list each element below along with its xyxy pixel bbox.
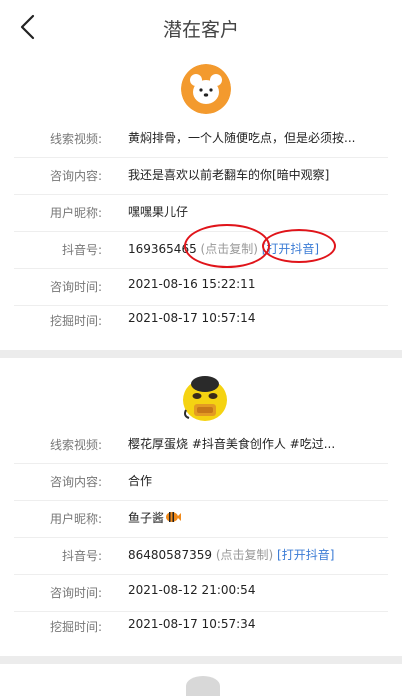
lead-card: 线索视频: 樱花厚蛋烧 #抖音美食创作人 #吃过... 咨询内容: 合作 用户昵… [0, 358, 402, 654]
open-douyin-link[interactable]: [打开抖音] [277, 548, 334, 562]
field-value: 2021-08-17 10:57:14 [128, 311, 256, 325]
field-value: 嘿嘿果儿仔 [128, 205, 189, 219]
user-avatar [181, 64, 231, 114]
field-label: 线索视频: [49, 438, 102, 452]
field-label: 用户昵称: [49, 512, 102, 526]
field-value: 169365465 (点击复制) [打开抖音] [128, 240, 319, 257]
field-value: 合作 [128, 474, 153, 488]
field-label: 用户昵称: [49, 206, 102, 220]
row-douyin-id: 抖音号: 169365465 (点击复制) [打开抖音] [14, 232, 388, 269]
field-label: 咨询内容: [49, 475, 102, 489]
lead-card: 线索视频: 黄焖排骨，一个人随便吃点，但是必须按... 咨询内容: 我还是喜欢以… [0, 54, 402, 342]
fish-emoji-icon [165, 510, 182, 527]
row-lead-video: 线索视频: 樱花厚蛋烧 #抖音美食创作人 #吃过... [14, 427, 388, 464]
field-label: 挖掘时间: [49, 314, 102, 328]
row-nickname: 用户昵称: 鱼子酱 [14, 501, 388, 538]
field-label: 抖音号: [61, 549, 102, 563]
lead-video-link[interactable]: 樱花厚蛋烧 #抖音美食创作人 #吃过... [128, 435, 335, 452]
card-separator [0, 350, 402, 358]
copy-button[interactable]: (点击复制) [216, 548, 273, 562]
field-label: 咨询时间: [49, 586, 102, 600]
page-title: 潜在客户 [162, 19, 239, 41]
lead-video-link[interactable]: 黄焖排骨，一个人随便吃点，但是必须按... [128, 129, 355, 146]
field-label: 挖掘时间: [49, 620, 102, 634]
row-inquiry-content: 咨询内容: 我还是喜欢以前老翻车的你[暗中观察] [14, 158, 388, 195]
nickname: 鱼子酱 [128, 511, 165, 525]
row-inquiry-time: 咨询时间: 2021-08-16 15:22:11 [14, 269, 388, 306]
row-inquiry-time: 咨询时间: 2021-08-12 21:00:54 [14, 575, 388, 612]
card-separator [0, 656, 402, 664]
field-label: 咨询内容: [49, 169, 102, 183]
row-mining-time: 挖掘时间: 2021-08-17 10:57:14 [14, 303, 388, 339]
user-avatar [178, 370, 232, 424]
field-value: 我还是喜欢以前老翻车的你[暗中观察] [128, 168, 330, 182]
field-label: 线索视频: [49, 132, 102, 146]
lead-card [0, 664, 402, 696]
row-nickname: 用户昵称: 嘿嘿果儿仔 [14, 195, 388, 232]
field-value: 2021-08-17 10:57:34 [128, 617, 256, 631]
field-label: 抖音号: [61, 243, 102, 257]
field-value: 2021-08-12 21:00:54 [128, 583, 256, 597]
top-bar: 潜在客户 [0, 0, 402, 54]
field-label: 咨询时间: [49, 280, 102, 294]
user-avatar [186, 676, 220, 696]
row-lead-video: 线索视频: 黄焖排骨，一个人随便吃点，但是必须按... [14, 121, 388, 158]
douyin-id: 169365465 [128, 242, 197, 256]
field-value: 86480587359 (点击复制) [打开抖音] [128, 546, 334, 563]
row-douyin-id: 抖音号: 86480587359 (点击复制) [打开抖音] [14, 538, 388, 575]
field-value: 2021-08-16 15:22:11 [128, 277, 256, 291]
row-inquiry-content: 咨询内容: 合作 [14, 464, 388, 501]
field-value: 鱼子酱 [128, 509, 182, 527]
open-douyin-link[interactable]: [打开抖音] [262, 242, 319, 256]
copy-button[interactable]: (点击复制) [201, 242, 258, 256]
row-mining-time: 挖掘时间: 2021-08-17 10:57:34 [14, 609, 388, 645]
douyin-id: 86480587359 [128, 548, 212, 562]
